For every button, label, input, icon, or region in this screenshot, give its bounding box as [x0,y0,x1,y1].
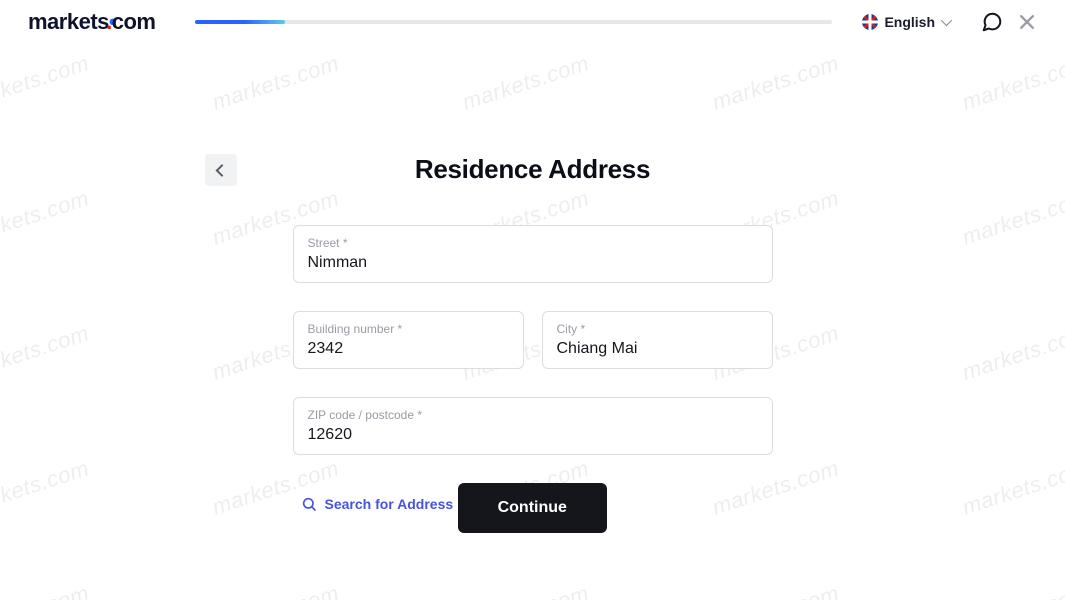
progress-fill [195,20,284,24]
main-content: Residence Address Street * Building numb… [253,154,813,542]
language-label: English [884,14,935,30]
watermark: markets.com [209,50,342,115]
chevron-left-icon [216,164,229,177]
watermark: markets.com [959,320,1065,385]
brand-logo: markets•.com [28,9,155,35]
watermark: markets.com [0,455,92,520]
zip-label: ZIP code / postcode * [308,408,758,422]
watermark: markets.com [959,580,1065,600]
uk-flag-icon [862,14,878,30]
watermark: markets.com [959,50,1065,115]
city-input[interactable] [557,340,758,358]
city-field[interactable]: City * [542,311,773,369]
watermark: markets.com [959,185,1065,250]
watermark: markets.com [0,50,92,115]
street-input[interactable] [308,254,758,272]
street-label: Street * [308,236,758,250]
watermark: markets.com [209,580,342,600]
watermark: markets.com [959,455,1065,520]
watermark: markets.com [0,580,92,600]
watermark: markets.com [0,185,92,250]
chevron-down-icon [941,15,952,26]
watermark: markets.com [709,580,842,600]
watermark: markets.com [0,320,92,385]
search-address-text: Search for Address [325,496,454,512]
continue-button[interactable]: Continue [458,483,607,533]
city-label: City * [557,322,758,336]
page-title: Residence Address [253,154,813,185]
building-label: Building number * [308,322,509,336]
zip-field[interactable]: ZIP code / postcode * [293,397,773,455]
brand-suffix: com [112,9,156,34]
chat-icon[interactable] [981,11,1003,33]
back-button[interactable] [205,154,237,186]
street-field[interactable]: Street * [293,225,773,283]
building-field[interactable]: Building number * [293,311,524,369]
close-icon[interactable] [1017,12,1037,32]
search-address-link[interactable]: Search for Address [301,496,454,512]
language-selector[interactable]: English [862,14,949,30]
address-form: Street * Building number * City * ZIP co… [253,225,813,542]
watermark: markets.com [459,50,592,115]
header: markets•.com English [0,0,1065,44]
watermark: markets.com [459,580,592,600]
watermark: markets.com [709,50,842,115]
brand-name: markets [28,9,109,34]
progress-bar [195,20,832,24]
zip-input[interactable] [308,426,758,444]
building-input[interactable] [308,340,509,358]
